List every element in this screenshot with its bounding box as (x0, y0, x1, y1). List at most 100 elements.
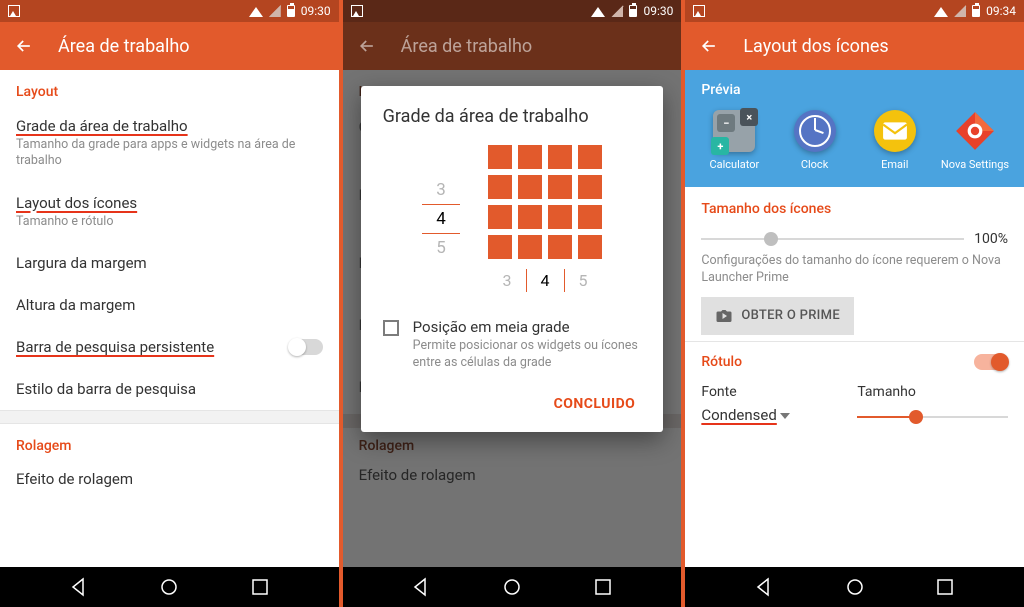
nova-settings-icon (954, 110, 996, 152)
grid-dialog: Grade da área de trabalho 3 4 5 3 (361, 86, 664, 432)
status-clock: 09:30 (643, 4, 673, 18)
item-title: Altura da margem (16, 296, 323, 314)
signal-icon (954, 5, 966, 17)
rows-picker[interactable]: 3 4 5 (422, 176, 460, 262)
app-bar-title: Layout dos ícones (743, 36, 888, 57)
settings-list: Layout Grade da área de trabalho Tamanho… (0, 70, 339, 567)
app-bar-title: Área de trabalho (58, 36, 190, 57)
notification-icon (8, 5, 20, 17)
nav-home-button[interactable] (500, 575, 524, 599)
status-bar: 09:30 (0, 0, 339, 22)
half-grid-subtitle: Permite posicionar os widgets ou ícones … (413, 338, 642, 372)
wifi-icon (934, 5, 948, 17)
half-grid-title: Posição em meia grade (413, 318, 642, 336)
preview-app-clock: Clock (780, 110, 850, 171)
get-prime-button[interactable]: OBTER O PRIME (701, 297, 854, 335)
nav-back-button[interactable] (409, 575, 433, 599)
item-title: Estilo da barra de pesquisa (16, 380, 323, 398)
back-arrow-icon[interactable] (14, 36, 34, 56)
app-bar: Área de trabalho (0, 22, 339, 70)
signal-icon (611, 5, 623, 17)
app-bar-title: Área de trabalho (401, 36, 533, 57)
app-bar-dimmed: Área de trabalho (343, 22, 682, 70)
app-label: Nova Settings (941, 158, 1009, 171)
navigation-bar (685, 567, 1024, 607)
nav-recent-button[interactable] (591, 575, 615, 599)
signal-icon (269, 5, 281, 17)
item-title: Grade da área de trabalho (16, 117, 323, 135)
nav-home-button[interactable] (157, 575, 181, 599)
checkbox-half-grid[interactable] (383, 320, 399, 336)
section-header-layout: Layout (0, 70, 339, 104)
item-subtitle: Tamanho da grade para apps e widgets na … (16, 137, 323, 170)
cols-picker[interactable]: 3 4 5 (488, 269, 602, 292)
toggle-persistent-search[interactable] (289, 339, 323, 355)
item-title: Largura da margem (16, 254, 323, 272)
item-margin-height[interactable]: Altura da margem (0, 284, 339, 326)
nav-recent-button[interactable] (248, 575, 272, 599)
rows-option[interactable]: 5 (422, 234, 460, 262)
nav-back-button[interactable] (67, 575, 91, 599)
back-arrow-icon[interactable] (699, 36, 719, 56)
clock-icon (794, 110, 836, 152)
label-size-slider[interactable] (857, 416, 1008, 418)
nav-recent-button[interactable] (933, 575, 957, 599)
item-scroll-effect[interactable]: Efeito de rolagem (0, 458, 339, 500)
preview-app-calculator: −×+ Calculator (699, 110, 769, 171)
item-search-style[interactable]: Estilo da barra de pesquisa (0, 368, 339, 410)
preview-app-nova: Nova Settings (940, 110, 1010, 171)
font-value: Condensed (701, 406, 776, 424)
wifi-icon (591, 5, 605, 17)
app-label: Email (881, 158, 908, 171)
icon-size-slider[interactable]: 100% (701, 231, 1008, 247)
font-label: Fonte (701, 384, 811, 400)
item-icon-layout[interactable]: Layout dos ícones Tamanho e rótulo (0, 182, 339, 242)
item-margin-width[interactable]: Largura da margem (0, 242, 339, 284)
icon-size-note: Configurações do tamanho do ícone requer… (701, 253, 1008, 287)
preview-app-email: Email (860, 110, 930, 171)
nav-home-button[interactable] (843, 575, 867, 599)
notification-icon (693, 5, 705, 17)
grid-preview (488, 145, 602, 259)
app-bar: Layout dos ícones (685, 22, 1024, 70)
half-grid-option[interactable]: Posição em meia grade Permite posicionar… (383, 318, 642, 372)
item-grid-size[interactable]: Grade da área de trabalho Tamanho da gra… (0, 104, 339, 182)
section-header-icon-size: Tamanho dos ícones (701, 201, 1008, 217)
battery-icon (287, 5, 295, 17)
screen-grid-dialog: 09:30 Área de trabalho L G L L B E Rolag… (339, 0, 682, 607)
grid-editor: 3 4 5 3 4 5 (383, 145, 642, 292)
nav-back-button[interactable] (752, 575, 776, 599)
item-title: Layout dos ícones (16, 194, 323, 212)
status-bar: 09:34 (685, 0, 1024, 22)
item-persistent-search[interactable]: Barra de pesquisa persistente (0, 326, 339, 368)
back-arrow-icon (357, 36, 377, 56)
rows-option[interactable]: 3 (422, 176, 460, 204)
navigation-bar (0, 567, 339, 607)
toggle-label-enabled[interactable] (974, 354, 1008, 370)
status-clock: 09:30 (301, 4, 331, 18)
icon-layout-content: Prévia −×+ Calculator Clock Email (685, 70, 1024, 567)
notification-icon (351, 5, 363, 17)
navigation-bar (343, 567, 682, 607)
preview-label: Prévia (701, 82, 1010, 98)
done-button[interactable]: CONCLUIDO (548, 388, 642, 420)
app-label: Calculator (709, 158, 759, 171)
font-dropdown[interactable]: Condensed (701, 406, 811, 424)
item-subtitle: Tamanho e rótulo (16, 214, 323, 230)
size-label: Tamanho (857, 384, 1008, 400)
cols-option[interactable]: 5 (565, 269, 602, 292)
dialog-area: L G L L B E Rolagem Efeito de rolagem Gr… (343, 70, 682, 567)
status-bar: 09:30 (343, 0, 682, 22)
screen-icon-layout: 09:34 Layout dos ícones Prévia −×+ Calcu… (681, 0, 1024, 607)
cols-option-selected[interactable]: 4 (526, 269, 565, 292)
item-title: Barra de pesquisa persistente (16, 338, 289, 356)
dropdown-icon (780, 413, 790, 419)
cols-option[interactable]: 3 (489, 269, 526, 292)
rows-option-selected[interactable]: 4 (422, 204, 460, 234)
get-prime-label: OBTER O PRIME (741, 308, 840, 323)
icon-size-value: 100% (974, 231, 1008, 247)
calculator-icon: −×+ (713, 110, 755, 152)
wifi-icon (249, 5, 263, 17)
battery-icon (629, 5, 637, 17)
section-header-scroll: Rolagem (0, 424, 339, 458)
